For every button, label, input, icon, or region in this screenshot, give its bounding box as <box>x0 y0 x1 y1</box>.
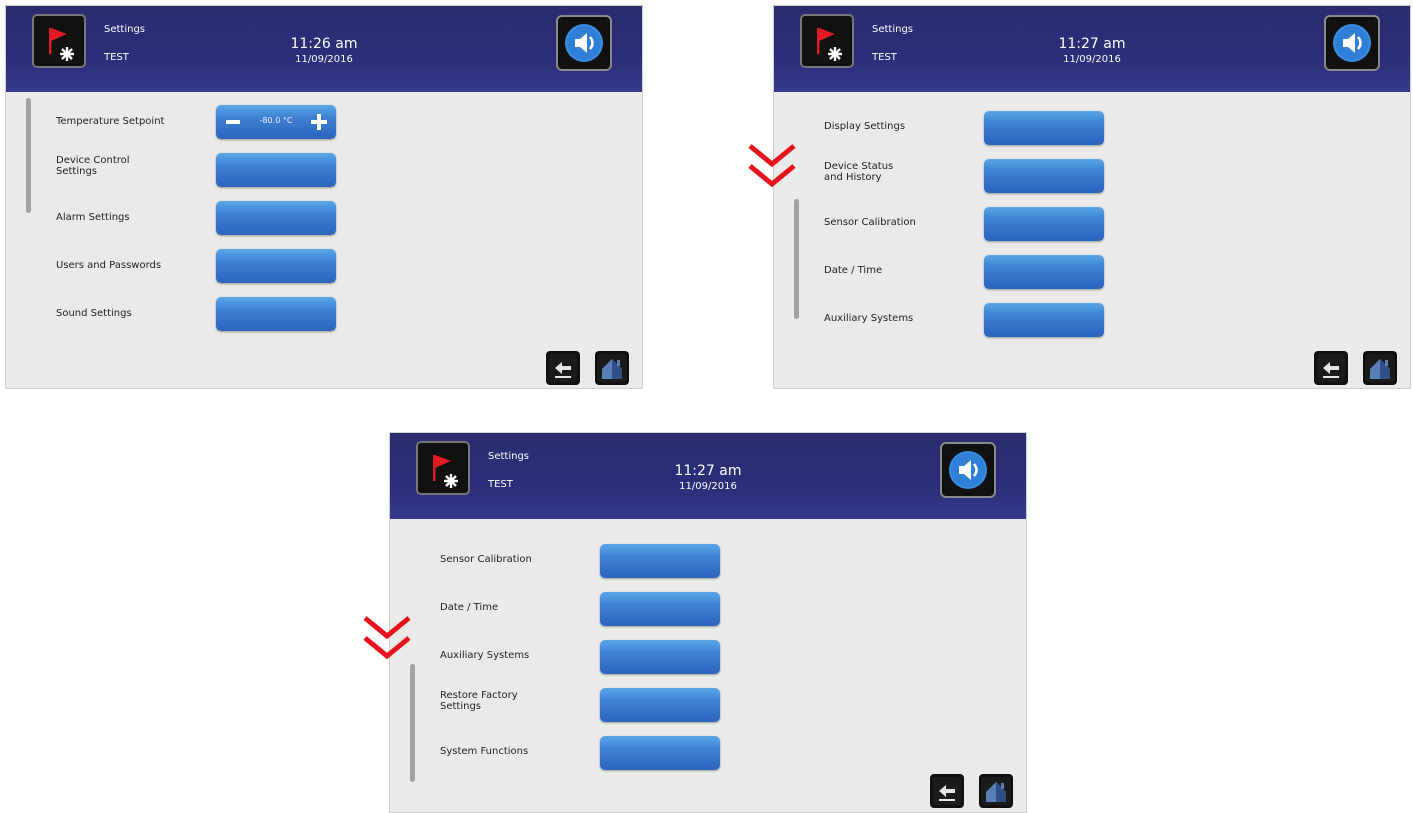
setpoint-stepper: -80.0 °C <box>216 105 336 139</box>
speaker-icon[interactable] <box>940 442 996 498</box>
double-chevron-down-icon <box>363 616 411 660</box>
speaker-icon[interactable] <box>556 15 612 71</box>
home-icon <box>1366 354 1394 382</box>
sensor-calibration-button[interactable] <box>600 544 720 578</box>
restore-factory-settings-button[interactable] <box>600 688 720 722</box>
header-title: Settings <box>104 24 146 35</box>
header-bar: Settings TEST 11:27 am 11/09/2016 <box>774 6 1410 92</box>
date-time-button[interactable] <box>984 255 1104 289</box>
plus-icon[interactable] <box>311 114 327 130</box>
settings-list: Display Settings Device Status and Histo… <box>774 92 1410 388</box>
device-control-settings-button[interactable] <box>216 153 336 187</box>
date-time-button[interactable] <box>600 592 720 626</box>
home-button[interactable] <box>595 351 629 385</box>
scrollbar[interactable] <box>410 664 415 782</box>
list-item-label: Date / Time <box>440 602 499 613</box>
list-item-label: Alarm Settings <box>56 212 130 223</box>
alarm-settings-button[interactable] <box>216 201 336 235</box>
list-item-label: Restore Factory Settings <box>440 690 518 712</box>
header-bar: Settings TEST 11:26 am 11/09/2016 <box>6 6 642 92</box>
settings-screen-2: Settings TEST 11:27 am 11/09/2016 Displa… <box>773 5 1411 389</box>
sensor-calibration-button[interactable] <box>984 207 1104 241</box>
list-item-label: Date / Time <box>824 265 883 276</box>
settings-screen-3: Settings TEST 11:27 am 11/09/2016 Sensor… <box>389 432 1027 813</box>
list-item-label: Sensor Calibration <box>824 217 916 228</box>
back-arrow-icon <box>549 354 577 382</box>
list-item-label: Display Settings <box>824 121 906 132</box>
device-status-history-button[interactable] <box>984 159 1104 193</box>
header-date: 11/09/2016 <box>1063 54 1121 65</box>
back-button[interactable] <box>546 351 580 385</box>
back-button[interactable] <box>1314 351 1348 385</box>
users-passwords-button[interactable] <box>216 249 336 283</box>
display-settings-button[interactable] <box>984 111 1104 145</box>
home-button[interactable] <box>1363 351 1397 385</box>
header-date: 11/09/2016 <box>295 54 353 65</box>
header-date: 11/09/2016 <box>679 481 737 492</box>
sound-settings-button[interactable] <box>216 297 336 331</box>
scrollbar[interactable] <box>26 98 31 213</box>
double-chevron-down-icon <box>748 144 796 188</box>
system-functions-button[interactable] <box>600 736 720 770</box>
settings-screen-1: Settings TEST 11:26 am 11/09/2016 Temper… <box>5 5 643 389</box>
home-icon <box>598 354 626 382</box>
header-title: Settings <box>488 451 530 462</box>
list-item-label: Auxiliary Systems <box>440 650 530 661</box>
list-item-label: System Functions <box>440 746 529 757</box>
back-button[interactable] <box>930 774 964 808</box>
header-title: Settings <box>872 24 914 35</box>
header-time: 11:27 am <box>674 463 742 479</box>
header-time: 11:26 am <box>290 36 358 52</box>
back-arrow-icon <box>933 777 961 805</box>
list-item-label: Device Control Settings <box>56 155 130 177</box>
auxiliary-systems-button[interactable] <box>600 640 720 674</box>
list-item-label: Sensor Calibration <box>440 554 532 565</box>
scrollbar[interactable] <box>794 199 799 319</box>
speaker-icon[interactable] <box>1324 15 1380 71</box>
home-button[interactable] <box>979 774 1013 808</box>
header-bar: Settings TEST 11:27 am 11/09/2016 <box>390 433 1026 519</box>
settings-list: Sensor Calibration Date / Time Auxiliary… <box>390 519 1026 812</box>
list-item-label: Sound Settings <box>56 308 132 319</box>
list-item-label: Device Status and History <box>824 161 894 183</box>
header-time: 11:27 am <box>1058 36 1126 52</box>
list-item-label: Auxiliary Systems <box>824 313 914 324</box>
settings-list: Temperature Setpoint -80.0 °C Device Con… <box>6 92 642 388</box>
setpoint-label: Temperature Setpoint <box>56 116 165 127</box>
auxiliary-systems-button[interactable] <box>984 303 1104 337</box>
home-icon <box>982 777 1010 805</box>
list-item-label: Users and Passwords <box>56 260 162 271</box>
back-arrow-icon <box>1317 354 1345 382</box>
